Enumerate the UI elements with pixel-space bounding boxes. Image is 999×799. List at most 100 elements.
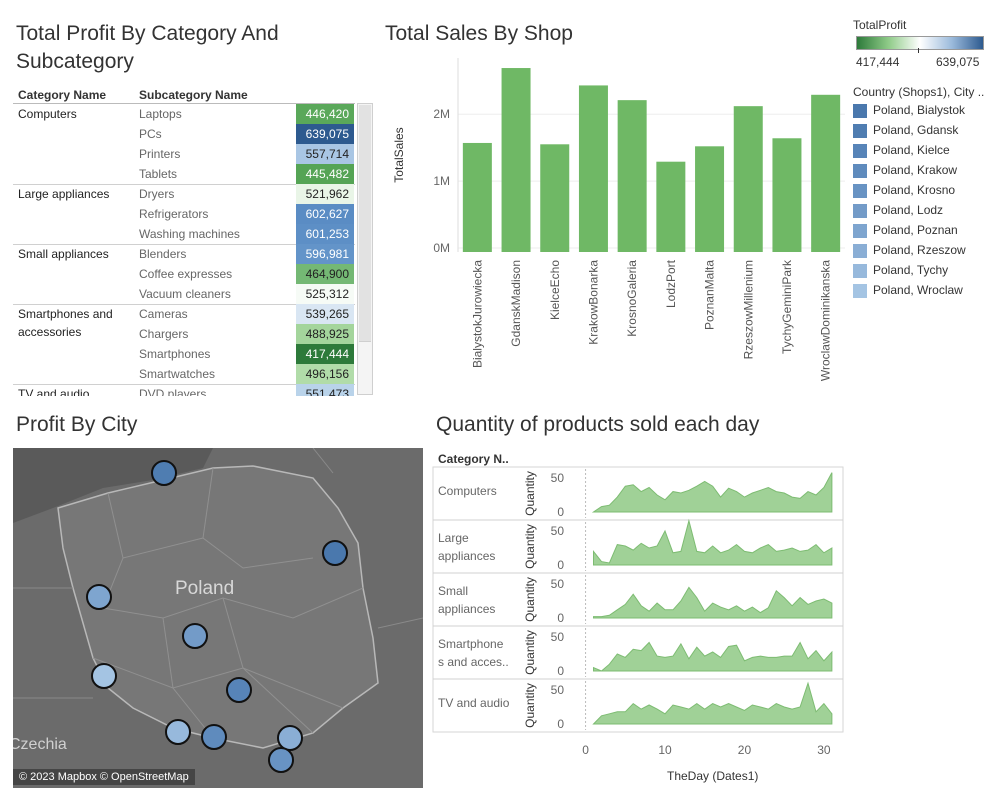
legend-label: Poland, Kielce (873, 143, 950, 157)
y-axis-title: Quantity (523, 471, 537, 516)
category-name: Large appliances (18, 187, 110, 201)
profit-cell[interactable]: 446,420 (296, 104, 354, 124)
y-tick-label: 50 (551, 577, 565, 591)
subcategory-name: Smartwatches (139, 367, 216, 381)
sales-bar[interactable] (462, 142, 492, 252)
table-scrollbar-thumb[interactable] (359, 105, 371, 342)
map-attribution[interactable]: © 2023 Mapbox © OpenStreetMap (13, 769, 195, 785)
y-tick-label: 0 (557, 664, 564, 678)
y-tick-label: 0 (557, 558, 564, 572)
legend-swatch (853, 123, 867, 138)
city-legend-item[interactable]: Poland, Tychy (853, 260, 948, 280)
legend-swatch (853, 103, 867, 118)
sales-bar[interactable] (617, 100, 647, 252)
table-scrollbar[interactable] (357, 103, 373, 395)
legend-swatch (853, 283, 867, 298)
category-name: Smartphones and accessories (18, 307, 113, 339)
profit-cell[interactable]: 417,444 (296, 344, 354, 364)
city-legend-item[interactable]: Poland, Kielce (853, 140, 950, 160)
subcategory-name: Tablets (139, 167, 178, 181)
quantity-area[interactable] (592, 641, 833, 672)
profit-cell[interactable]: 602,627 (296, 204, 354, 224)
x-tick-label: 20 (738, 743, 752, 757)
x-tick-label: KrakowBonarka (586, 260, 600, 345)
city-marker[interactable] (268, 747, 294, 773)
city-marker[interactable] (226, 677, 252, 703)
subcategory-name: Coffee expresses (139, 267, 233, 281)
legend-swatch (853, 183, 867, 198)
profit-cell[interactable]: 557,714 (296, 144, 354, 164)
profit-cell[interactable]: 488,925 (296, 324, 354, 344)
y-tick-label: 0M (433, 241, 450, 255)
profit-cell[interactable]: 539,265 (296, 304, 354, 324)
legend-label: Poland, Rzeszow (873, 243, 966, 257)
sales-bar[interactable] (811, 94, 841, 252)
profit-cell[interactable]: 445,482 (296, 164, 354, 184)
city-legend-item[interactable]: Poland, Gdansk (853, 120, 958, 140)
y-tick-label: 0 (557, 717, 564, 731)
city-marker[interactable] (182, 623, 208, 649)
profit-cell[interactable]: 596,981 (296, 244, 354, 264)
quantity-area[interactable] (592, 681, 833, 725)
city-legend-item[interactable]: Poland, Bialystok (853, 100, 965, 120)
profit-cell[interactable]: 464,900 (296, 264, 354, 284)
city-marker[interactable] (322, 540, 348, 566)
profit-cell[interactable]: 525,312 (296, 284, 354, 304)
city-legend-item[interactable]: Poland, Poznan (853, 220, 958, 240)
subcategory-name: Smartphones (139, 347, 211, 361)
sales-bar[interactable] (540, 144, 570, 252)
y-axis-title: TotalSales (392, 127, 406, 182)
quantity-area[interactable] (591, 472, 833, 513)
city-marker[interactable] (86, 584, 112, 610)
city-marker[interactable] (201, 724, 227, 750)
x-tick-label: RzeszowMillenium (741, 260, 755, 359)
legend-swatch (853, 143, 867, 158)
subcategory-name: Blenders (139, 247, 187, 261)
row-category-label: Large (438, 531, 469, 545)
row-category-label: Computers (438, 484, 497, 498)
city-marker[interactable] (165, 719, 191, 745)
legend-label: Poland, Gdansk (873, 123, 959, 137)
color-legend-title: TotalProfit (853, 18, 907, 32)
subcategory-name: Washing machines (139, 227, 240, 241)
legend-swatch (853, 203, 867, 218)
sales-bar[interactable] (772, 138, 802, 252)
subcategory-name: DVD players (139, 387, 207, 396)
y-tick-label: 50 (551, 630, 565, 644)
sales-bar[interactable] (733, 106, 763, 252)
x-tick-label: LodzPort (664, 259, 678, 308)
legend-label: Poland, Wroclaw (873, 283, 963, 297)
sales-bar[interactable] (656, 161, 686, 252)
subcategory-name: Cameras (139, 307, 188, 321)
y-tick-label: 0 (557, 611, 564, 625)
legend-swatch (853, 263, 867, 278)
y-tick-label: 1M (433, 174, 450, 188)
x-tick-label: 30 (817, 743, 831, 757)
city-map[interactable]: Poland Czechia © 2023 Mapbox © OpenStree… (13, 448, 423, 788)
profit-cell[interactable]: 521,962 (296, 184, 354, 204)
profit-cell[interactable]: 551,473 (296, 384, 354, 396)
x-tick-label: BialystokJurowiecka (470, 260, 484, 368)
quantity-area[interactable] (592, 586, 833, 619)
sales-bar[interactable] (578, 85, 608, 252)
city-marker[interactable] (151, 460, 177, 486)
profit-cell[interactable]: 639,075 (296, 124, 354, 144)
city-marker[interactable] (91, 663, 117, 689)
color-legend-marker (918, 48, 919, 53)
sales-bar[interactable] (695, 146, 725, 252)
row-category-label: Small (438, 584, 468, 598)
city-legend-item[interactable]: Poland, Lodz (853, 200, 943, 220)
city-marker[interactable] (277, 725, 303, 751)
subcategory-name: Printers (139, 147, 181, 161)
x-tick-label: WroclawDominikanska (819, 260, 833, 381)
quantity-area[interactable] (592, 518, 833, 566)
sales-bar[interactable] (501, 68, 531, 252)
city-legend-item[interactable]: Poland, Wroclaw (853, 280, 963, 300)
city-legend-item[interactable]: Poland, Krakow (853, 160, 957, 180)
profit-cell[interactable]: 601,253 (296, 224, 354, 244)
city-legend-item[interactable]: Poland, Rzeszow (853, 240, 966, 260)
x-tick-label: GdanskMadison (509, 260, 523, 347)
sales-bar-chart: 0M 1M 2M TotalSales BialystokJurowiecka Gdans… (392, 58, 845, 381)
profit-cell[interactable]: 496,156 (296, 364, 354, 384)
city-legend-item[interactable]: Poland, Krosno (853, 180, 955, 200)
